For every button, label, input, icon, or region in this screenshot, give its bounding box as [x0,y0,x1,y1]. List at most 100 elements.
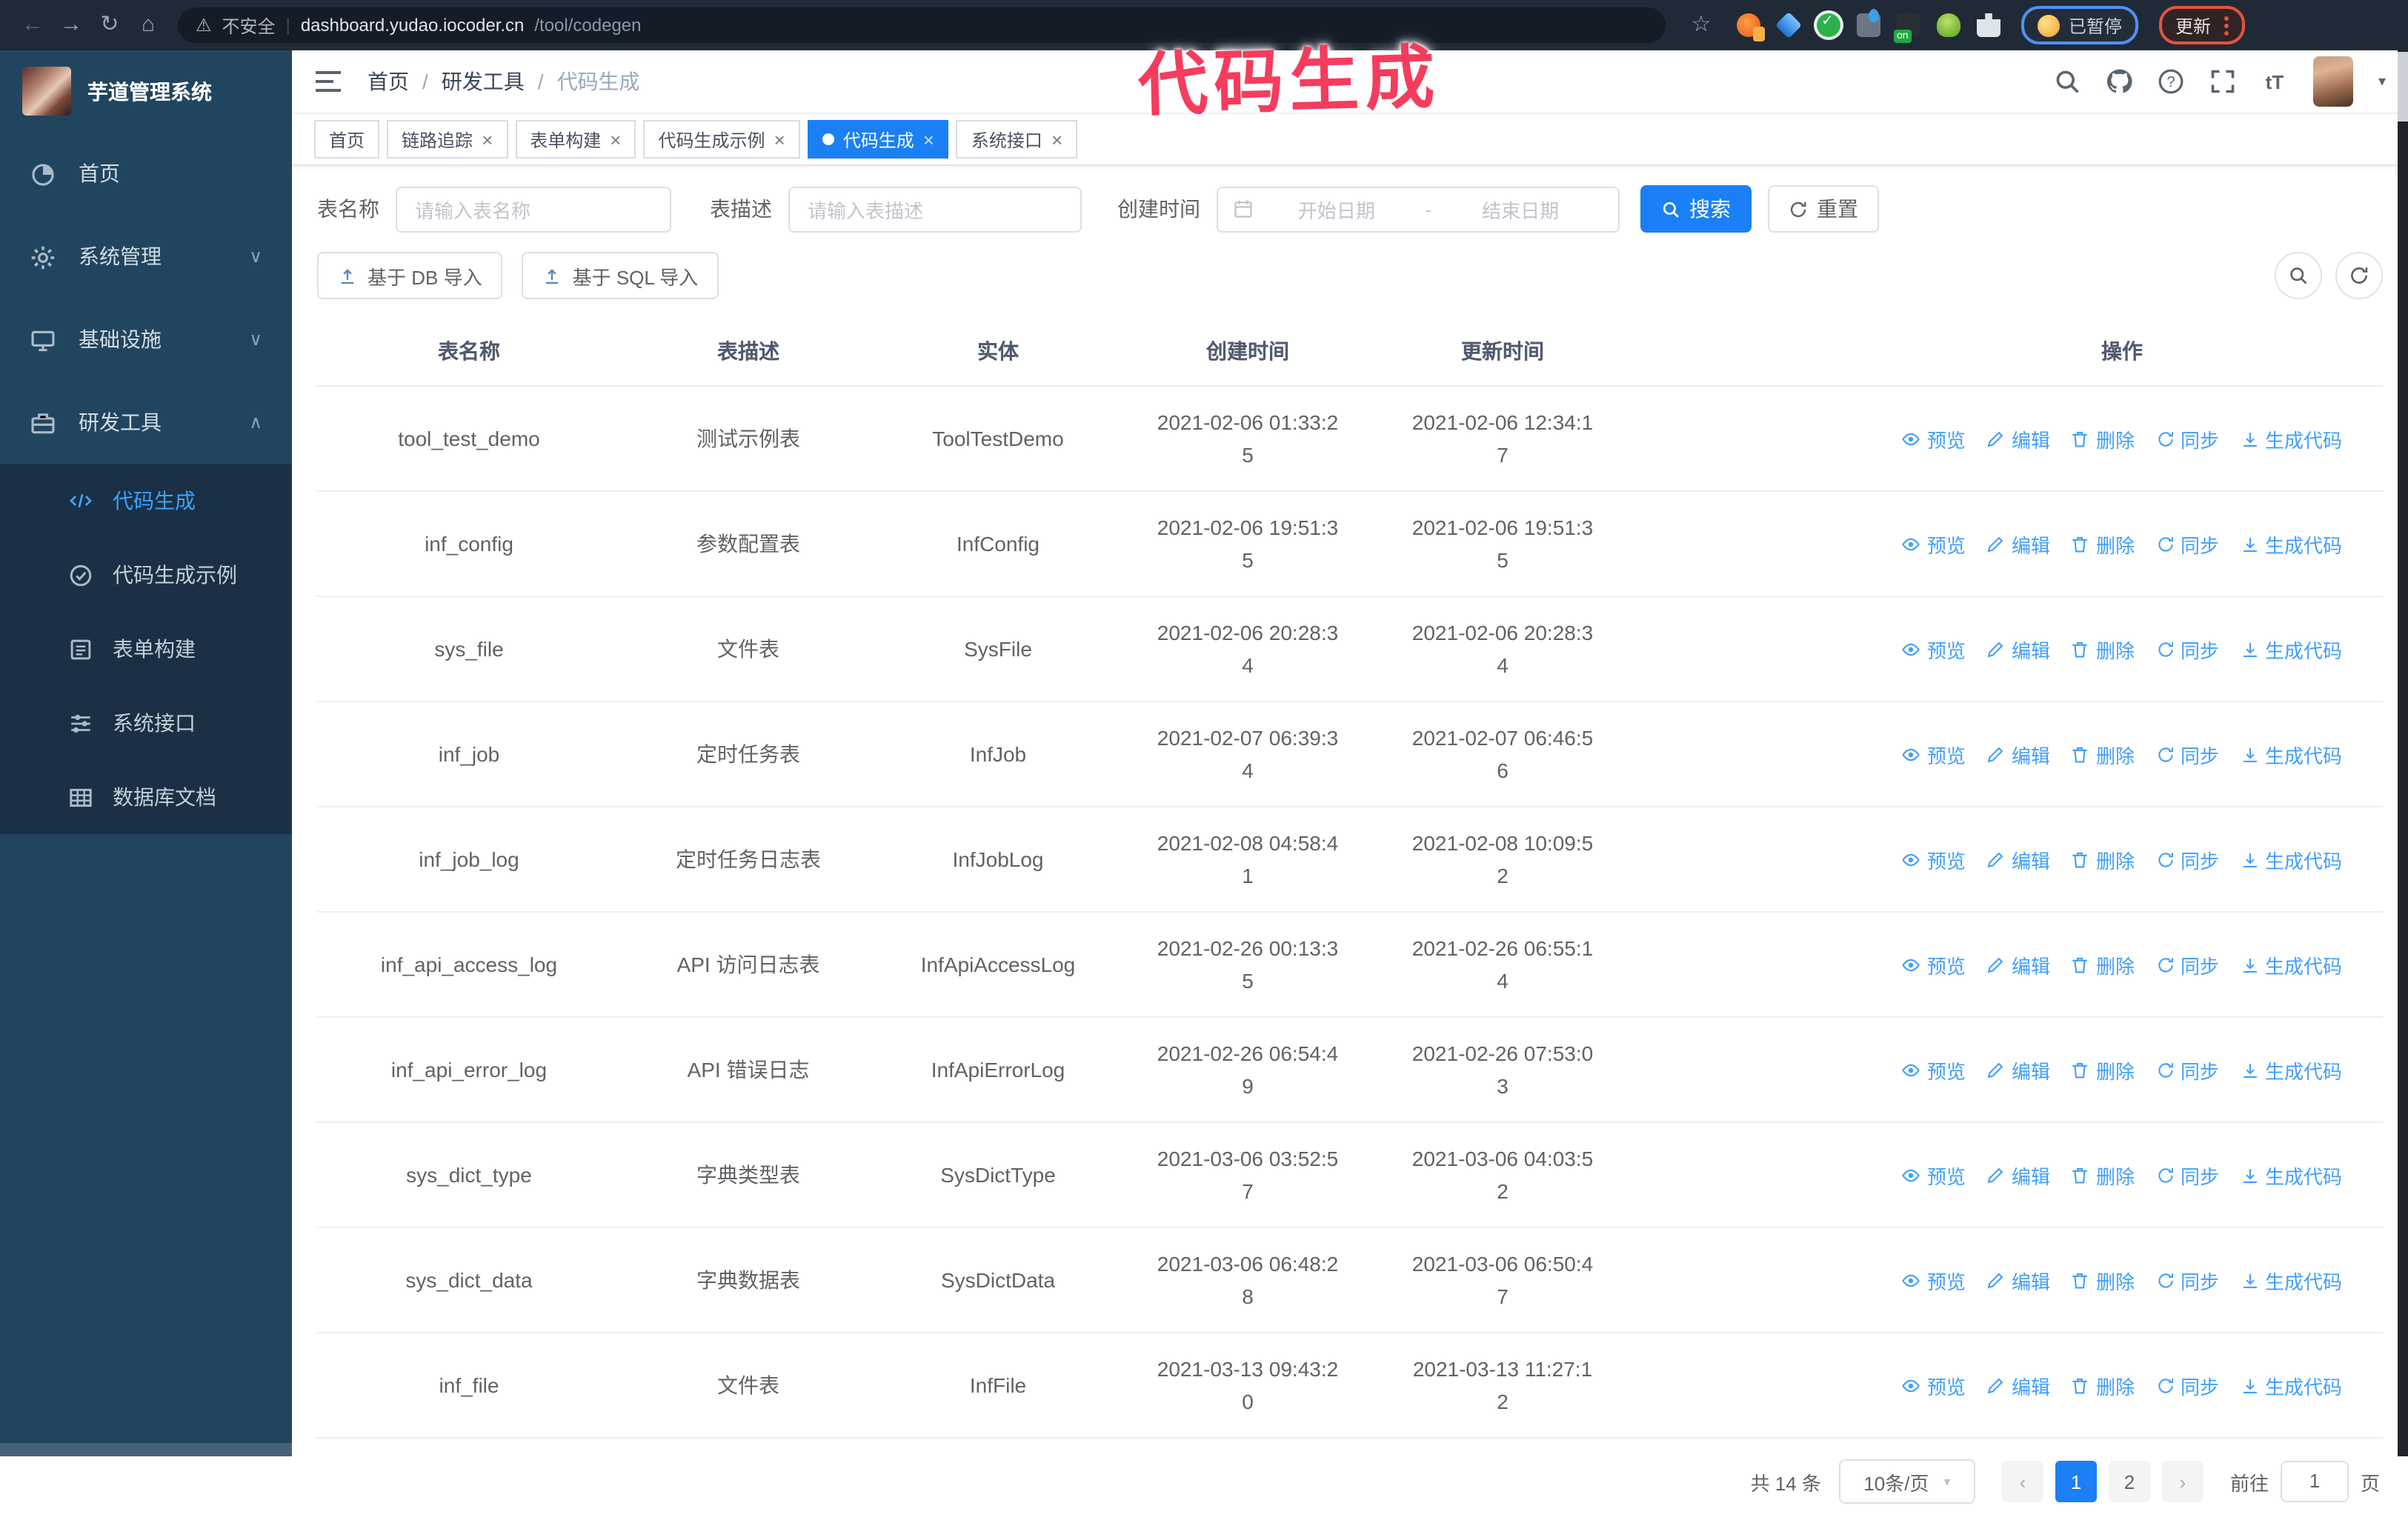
page-button-1[interactable]: 1 [2055,1461,2097,1502]
delete-link[interactable]: 删除 [2071,740,2135,768]
sidebar-subitem-1[interactable]: 代码生成示例 [0,538,292,612]
table-name-input[interactable]: 请输入表名称 [396,186,671,232]
delete-link[interactable]: 删除 [2071,635,2135,663]
delete-link[interactable]: 删除 [2071,845,2135,873]
user-caret-down-icon[interactable]: ▾ [2378,73,2386,90]
toggle-search-button[interactable] [2275,252,2322,299]
preview-link[interactable]: 预览 [1902,530,1966,558]
sidebar-subitem-2[interactable]: 表单构建 [0,612,292,686]
edit-link[interactable]: 编辑 [1986,845,2050,873]
end-date-placeholder[interactable]: 结束日期 [1437,195,1603,223]
extension-icon-alien[interactable] [1937,13,1960,37]
goto-page-input[interactable]: 1 [2280,1461,2349,1502]
sync-link[interactable]: 同步 [2155,635,2219,663]
import-sql-button[interactable]: 基于 SQL 导入 [522,252,719,299]
sync-link[interactable]: 同步 [2155,424,2219,453]
sidebar-item-3[interactable]: 研发工具 ∧ [0,381,292,464]
breadcrumb-item[interactable]: 研发工具 [442,67,525,96]
tab-close-icon[interactable]: × [1051,130,1062,149]
delete-link[interactable]: 删除 [2071,950,2135,979]
sync-link[interactable]: 同步 [2155,530,2219,558]
tab-5[interactable]: 系统接口 × [956,120,1078,159]
preview-link[interactable]: 预览 [1902,1056,1966,1084]
generate-code-link[interactable]: 生成代码 [2240,1266,2342,1294]
next-page-button[interactable]: › [2161,1461,2204,1502]
tab-close-icon[interactable]: × [610,130,621,149]
edit-link[interactable]: 编辑 [1986,1371,2050,1399]
sidebar-item-1[interactable]: 系统管理 ∨ [0,215,292,298]
tab-4[interactable]: 代码生成 × [807,120,949,159]
refresh-table-button[interactable] [2335,252,2383,299]
security-label[interactable]: 不安全 [222,13,276,38]
forward-icon[interactable]: → [53,7,89,43]
edit-link[interactable]: 编辑 [1986,950,2050,979]
preview-link[interactable]: 预览 [1902,1161,1966,1189]
browser-menu-icon[interactable] [2224,16,2229,35]
extension-icon-grid[interactable] [1857,9,1880,37]
sync-link[interactable]: 同步 [2155,1161,2219,1189]
page-button-2[interactable]: 2 [2108,1461,2150,1502]
delete-link[interactable]: 删除 [2071,1266,2135,1294]
tab-3[interactable]: 代码生成示例 × [643,120,800,159]
delete-link[interactable]: 删除 [2071,530,2135,558]
extensions-puzzle-icon[interactable] [1977,13,2000,37]
edit-link[interactable]: 编辑 [1986,424,2050,453]
generate-code-link[interactable]: 生成代码 [2240,424,2342,453]
generate-code-link[interactable]: 生成代码 [2240,1161,2342,1189]
delete-link[interactable]: 删除 [2071,1161,2135,1189]
sync-link[interactable]: 同步 [2155,845,2219,873]
generate-code-link[interactable]: 生成代码 [2240,845,2342,873]
back-icon[interactable]: ← [15,7,50,43]
sync-link[interactable]: 同步 [2155,950,2219,979]
tab-close-icon[interactable]: × [923,130,934,149]
breadcrumb-item[interactable]: 首页 [367,67,409,96]
sync-link[interactable]: 同步 [2155,1371,2219,1399]
import-db-button[interactable]: 基于 DB 导入 [317,252,503,299]
edit-link[interactable]: 编辑 [1986,1056,2050,1084]
tab-1[interactable]: 链路追踪 × [387,120,508,159]
prev-page-button[interactable]: ‹ [2001,1461,2043,1502]
delete-link[interactable]: 删除 [2071,424,2135,453]
browser-update-button[interactable]: 更新 [2159,6,2246,44]
date-range-picker[interactable]: 开始日期 - 结束日期 [1217,186,1620,232]
preview-link[interactable]: 预览 [1902,424,1966,453]
generate-code-link[interactable]: 生成代码 [2240,740,2342,768]
generate-code-link[interactable]: 生成代码 [2240,530,2342,558]
generate-code-link[interactable]: 生成代码 [2240,950,2342,979]
extension-icon-orange[interactable] [1737,13,1765,41]
bookmark-star-icon[interactable]: ☆ [1683,7,1719,43]
edit-link[interactable]: 编辑 [1986,530,2050,558]
edit-link[interactable]: 编辑 [1986,740,2050,768]
window-scrollbar[interactable] [2398,50,2408,1456]
sync-link[interactable]: 同步 [2155,1056,2219,1084]
tab-close-icon[interactable]: × [774,130,785,149]
extension-icon-check[interactable] [1817,13,1840,37]
sync-link[interactable]: 同步 [2155,740,2219,768]
preview-link[interactable]: 预览 [1902,740,1966,768]
table-desc-input[interactable]: 请输入表描述 [788,186,1082,232]
search-icon[interactable] [2054,68,2081,95]
delete-link[interactable]: 删除 [2071,1371,2135,1399]
extension-icon-on-badge[interactable] [1894,13,1920,43]
search-button[interactable]: 搜索 [1640,185,1752,233]
generate-code-link[interactable]: 生成代码 [2240,635,2342,663]
edit-link[interactable]: 编辑 [1986,635,2050,663]
sidebar-subitem-4[interactable]: 数据库文档 [0,760,292,834]
sidebar-subitem-3[interactable]: 系统接口 [0,686,292,760]
page-size-select[interactable]: 10条/页 ▾ [1838,1459,1975,1504]
reload-icon[interactable]: ↻ [92,7,127,43]
reset-button[interactable]: 重置 [1768,185,1879,233]
preview-link[interactable]: 预览 [1902,635,1966,663]
generate-code-link[interactable]: 生成代码 [2240,1371,2342,1399]
tab-2[interactable]: 表单构建 × [515,120,636,159]
generate-code-link[interactable]: 生成代码 [2240,1056,2342,1084]
preview-link[interactable]: 预览 [1902,950,1966,979]
fullscreen-icon[interactable] [2209,68,2236,95]
sidebar-item-0[interactable]: 首页 [0,132,292,215]
tab-close-icon[interactable]: × [482,130,493,149]
extension-icon-gem[interactable] [1775,11,1803,39]
hamburger-icon[interactable] [314,70,342,93]
help-icon[interactable]: ? [2158,68,2184,95]
edit-link[interactable]: 编辑 [1986,1161,2050,1189]
scrollbar-thumb[interactable] [2398,52,2408,121]
